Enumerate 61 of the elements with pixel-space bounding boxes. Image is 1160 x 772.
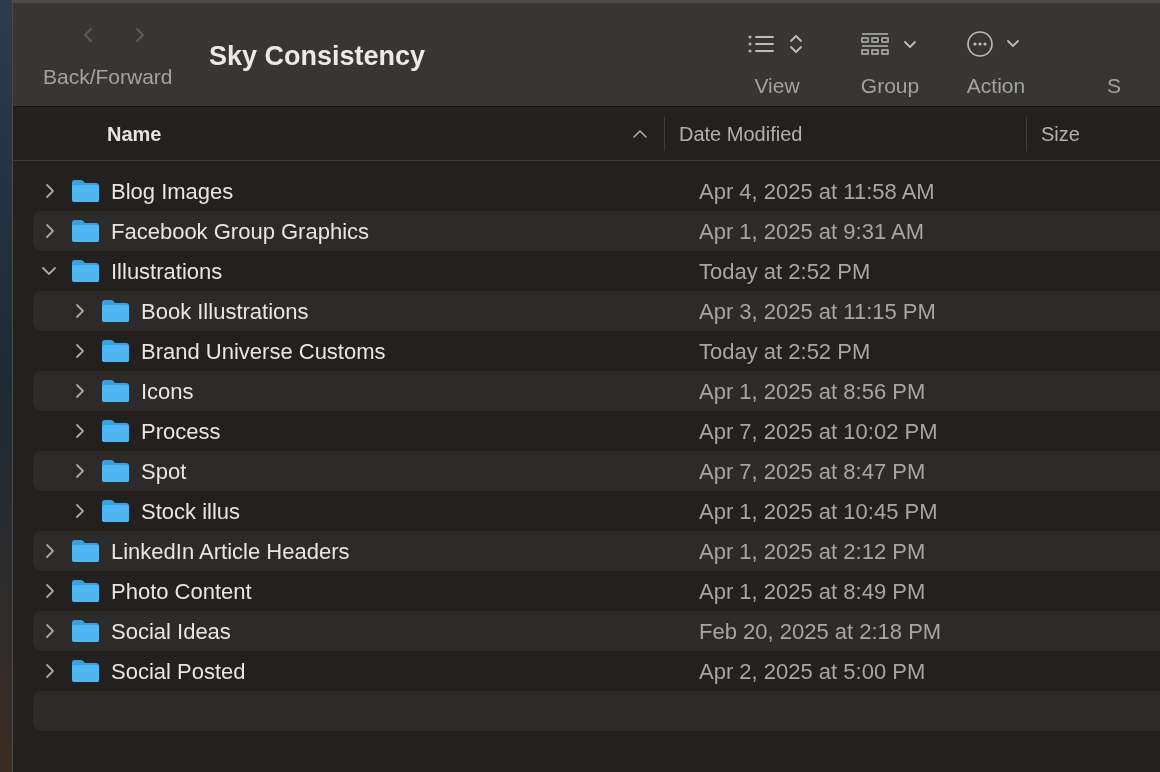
file-row[interactable]: Process Apr 7, 2025 at 10:02 PM — [33, 411, 1160, 451]
date-modified: Apr 1, 2025 at 8:49 PM — [699, 577, 926, 606]
file-row[interactable]: Blog Images Apr 4, 2025 at 11:58 AM — [33, 171, 1160, 211]
file-row[interactable]: Illustrations Today at 2:52 PM — [33, 251, 1160, 291]
folder-icon — [71, 219, 100, 243]
toolbar-label[interactable]: View — [754, 70, 800, 102]
folder-icon — [101, 419, 130, 443]
folder-icon — [71, 259, 100, 283]
file-name: Social Posted — [111, 657, 246, 686]
folder-icon — [101, 339, 130, 363]
file-name: Facebook Group Graphics — [111, 217, 370, 246]
folder-icon — [71, 179, 100, 203]
date-modified: Apr 1, 2025 at 2:12 PM — [699, 537, 926, 566]
file-name: Icons — [141, 377, 194, 406]
file-name: Illustrations — [111, 257, 223, 286]
folder-icon — [71, 659, 100, 683]
file-row[interactable]: Brand Universe Customs Today at 2:52 PM — [33, 331, 1160, 371]
date-modified: Apr 4, 2025 at 11:58 AM — [699, 177, 935, 206]
file-name: Stock illus — [141, 497, 241, 526]
toolbar-label[interactable]: S — [1107, 70, 1121, 102]
file-name: Spot — [141, 457, 187, 486]
date-modified: Feb 20, 2025 at 2:18 PM — [699, 617, 942, 646]
date-modified: Today at 2:52 PM — [699, 337, 871, 366]
file-row[interactable]: Spot Apr 7, 2025 at 8:47 PM — [33, 451, 1160, 491]
date-modified: Apr 7, 2025 at 10:02 PM — [699, 417, 938, 446]
date-modified: Apr 1, 2025 at 8:56 PM — [699, 377, 926, 406]
folder-icon — [101, 499, 130, 523]
file-row[interactable]: Photo Content Apr 1, 2025 at 8:49 PM — [33, 571, 1160, 611]
toolbar-label: Back/Forward — [43, 64, 174, 90]
toolbar-label[interactable]: Action — [966, 70, 1026, 102]
file-row[interactable]: Social Ideas Feb 20, 2025 at 2:18 PM — [33, 611, 1160, 651]
folder-icon — [101, 299, 130, 323]
date-modified: Apr 1, 2025 at 10:45 PM — [699, 497, 938, 526]
window-title: Sky Consistency — [209, 41, 426, 71]
file-name: Blog Images — [111, 177, 234, 206]
file-row[interactable]: LinkedIn Article Headers Apr 1, 2025 at 2:12 PM — [33, 531, 1160, 571]
file-row[interactable]: Facebook Group Graphics Apr 1, 2025 at 9:31 AM — [33, 211, 1160, 251]
column-header[interactable]: Name — [13, 116, 664, 151]
date-modified: Apr 3, 2025 at 11:15 PM — [699, 297, 936, 326]
date-modified: Today at 2:52 PM — [699, 257, 871, 286]
date-modified: Apr 1, 2025 at 9:31 AM — [699, 217, 925, 246]
folder-icon — [101, 459, 130, 483]
folder-icon — [101, 379, 130, 403]
folder-icon — [71, 579, 100, 603]
toolbar-label[interactable]: Group — [860, 70, 920, 102]
date-modified: Apr 7, 2025 at 8:47 PM — [699, 457, 926, 486]
folder-icon — [71, 619, 100, 643]
file-row[interactable]: Social Posted Apr 2, 2025 at 5:00 PM — [33, 651, 1160, 691]
file-name: Book Illustrations — [141, 297, 309, 326]
file-name: Social Ideas — [111, 617, 231, 646]
date-modified: Apr 2, 2025 at 5:00 PM — [699, 657, 926, 686]
file-row[interactable]: Icons Apr 1, 2025 at 8:56 PM — [33, 371, 1160, 411]
file-name: LinkedIn Article Headers — [111, 537, 350, 566]
file-name: Process — [141, 417, 221, 446]
column-header[interactable]: Size — [1026, 116, 1160, 151]
file-row[interactable]: Stock illus Apr 1, 2025 at 10:45 PM — [33, 491, 1160, 531]
file-name: Photo Content — [111, 577, 252, 606]
column-header[interactable]: Date Modified — [664, 116, 1026, 151]
file-name: Brand Universe Customs — [141, 337, 386, 366]
file-row[interactable]: Book Illustrations Apr 3, 2025 at 11:15 PM — [33, 291, 1160, 331]
folder-icon — [71, 539, 100, 563]
